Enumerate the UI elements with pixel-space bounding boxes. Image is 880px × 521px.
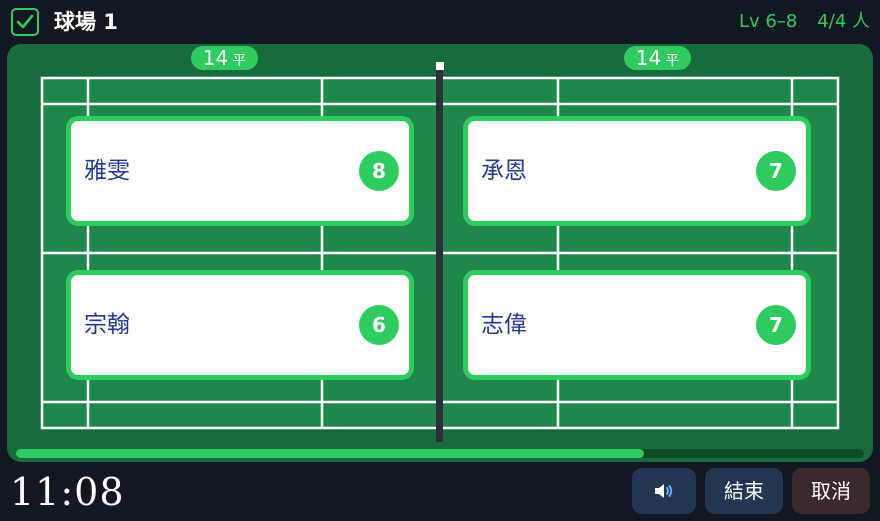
player-name: 宗翰 (84, 312, 130, 338)
match-progress-fill (16, 449, 644, 458)
player-name: 承恩 (481, 158, 527, 184)
level-range: Lv 6–8 (738, 11, 798, 32)
player-level-badge: 7 (756, 151, 796, 191)
player-card[interactable]: 宗翰 6 (66, 270, 414, 380)
end-button[interactable]: 結束 (705, 468, 783, 514)
speaker-icon (655, 484, 673, 498)
player-name: 志偉 (481, 312, 527, 338)
match-timer: 11:08 (10, 470, 125, 514)
score-left: 14 平 (191, 46, 258, 70)
score-right: 14 平 (624, 46, 691, 70)
sound-button[interactable] (632, 468, 696, 514)
player-name: 雅雯 (84, 158, 130, 184)
score-left-value: 14 (202, 46, 229, 70)
score-right-unit: 平 (665, 53, 680, 69)
check-square-icon[interactable] (11, 8, 39, 36)
player-level-badge: 8 (359, 151, 399, 191)
player-card[interactable]: 雅雯 8 (66, 116, 414, 226)
net (436, 70, 443, 442)
net-post (436, 62, 444, 70)
score-left-unit: 平 (232, 53, 247, 69)
match-progress-bar (16, 449, 864, 458)
badminton-court (7, 44, 873, 462)
court-title: 球場 1 (54, 10, 118, 34)
player-card[interactable]: 承恩 7 (463, 116, 811, 226)
score-right-value: 14 (635, 46, 662, 70)
court-header: 球場 1 Lv 6–8 4/4 人 (0, 0, 880, 44)
court-lines (40, 62, 840, 442)
court-meta: Lv 6–8 4/4 人 (739, 10, 870, 34)
player-card[interactable]: 志偉 7 (463, 270, 811, 380)
player-level-badge: 6 (359, 305, 399, 345)
player-count: 4/4 人 (817, 11, 870, 32)
cancel-button[interactable]: 取消 (792, 468, 870, 514)
player-level-badge: 7 (756, 305, 796, 345)
